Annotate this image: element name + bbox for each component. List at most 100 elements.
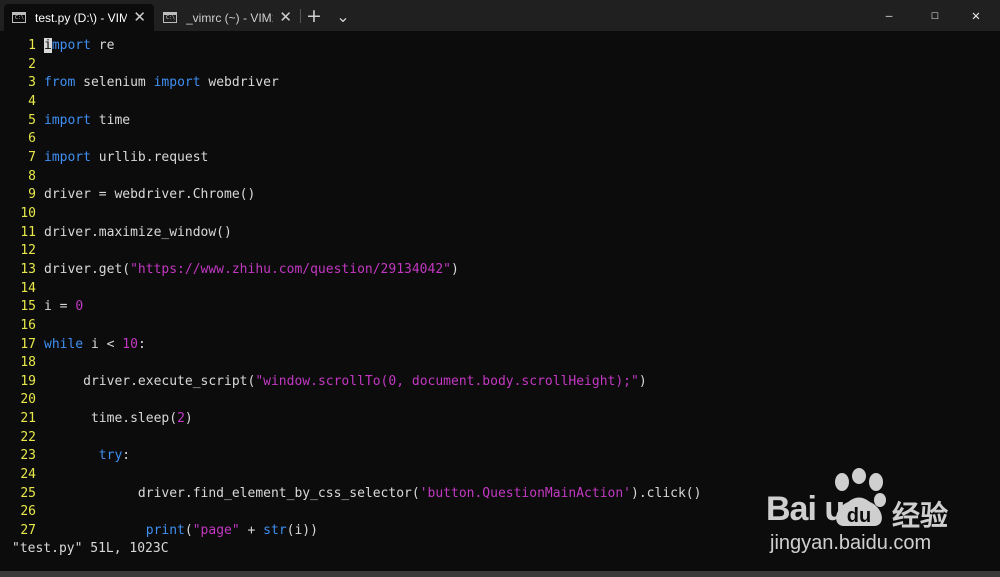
code-line[interactable]: 19 driver.execute_script("window.scrollT… [0, 373, 1000, 392]
code-text: driver.maximize_window() [44, 224, 232, 243]
code-token: ) [638, 373, 647, 389]
tab-title: _vimrc (~) - VIM1 [186, 10, 274, 25]
code-token: 2 [177, 411, 185, 427]
code-line[interactable]: 24 [0, 466, 1000, 485]
title-bar: C:\ test.py (D:\) - VIM ✕ C:\ _vimrc (~)… [0, 0, 1000, 31]
code-line[interactable]: 3 from selenium import webdriver [0, 74, 1000, 93]
code-token: time [90, 112, 131, 128]
code-line[interactable]: 7 import urllib.request [0, 149, 1000, 168]
code-token: "page" [192, 523, 240, 539]
code-token: driver = webdriver.Chrome() [44, 187, 256, 203]
text-cursor: i [44, 38, 52, 53]
code-token: (i)) [286, 523, 318, 539]
line-number: 4 [28, 93, 36, 109]
code-line[interactable]: 18 [0, 354, 1000, 373]
code-token: try [98, 448, 123, 464]
code-text: driver.get("https://www.zhihu.com/questi… [44, 261, 459, 280]
code-line[interactable]: 17 while i < 10: [0, 336, 1000, 355]
code-token: mport [51, 38, 91, 53]
code-line[interactable]: 5 import time [0, 112, 1000, 131]
code-token: ) [184, 411, 193, 427]
code-text: i = 0 [44, 298, 83, 317]
line-number: 16 [20, 317, 36, 333]
code-token: import [153, 75, 201, 91]
code-token: i = [44, 299, 76, 315]
code-line[interactable]: 13 driver.get("https://www.zhihu.com/ques… [0, 261, 1000, 280]
code-line[interactable]: 2 [0, 56, 1000, 75]
code-text: driver = webdriver.Chrome() [44, 186, 255, 205]
line-number: 13 [20, 261, 36, 277]
line-number: 1 [28, 38, 36, 53]
close-tab-icon[interactable]: ✕ [133, 10, 146, 25]
code-line[interactable]: 9 driver = webdriver.Chrome() [0, 186, 1000, 205]
terminal-icon: C:\ [12, 12, 26, 23]
code-token: 10 [122, 336, 138, 352]
new-tab-button[interactable]: + [302, 4, 326, 28]
code-text: try: [44, 447, 130, 466]
code-line[interactable]: 22 [0, 429, 1000, 448]
code-token: 'button.QuestionMainAction' [419, 485, 632, 501]
code-line[interactable]: 1 import re [0, 37, 1000, 56]
code-text: import time [44, 112, 130, 131]
code-line[interactable]: 27 print("page" + str(i)) [0, 522, 1000, 541]
code-token: 0 [75, 299, 84, 315]
code-token: driver.get( [44, 261, 131, 277]
code-token: "https://www.zhihu.com/question/29134042… [130, 261, 451, 277]
code-text: time.sleep(2) [44, 410, 193, 429]
code-token: from [44, 75, 76, 91]
code-text: while i < 10: [44, 336, 146, 355]
line-number: 10 [20, 205, 36, 221]
code-text: driver.execute_script("window.scrollTo(0… [44, 373, 647, 392]
terminal-icon: C:\ [163, 12, 177, 23]
code-line[interactable]: 6 [0, 130, 1000, 149]
code-line[interactable]: 4 [0, 93, 1000, 112]
code-text: import re [44, 37, 114, 56]
vim-editor[interactable]: 1 import re 2 3 from selenium import webdriv… [0, 37, 1000, 541]
code-line[interactable]: 12 [0, 242, 1000, 261]
code-line[interactable]: 23 try: [0, 447, 1000, 466]
code-token: re [90, 38, 115, 53]
code-token: ) [451, 261, 459, 277]
code-line[interactable]: 14 [0, 280, 1000, 299]
line-number: 17 [20, 336, 36, 352]
line-number: 7 [28, 149, 36, 165]
code-line[interactable]: 20 [0, 391, 1000, 410]
code-line[interactable]: 8 [0, 168, 1000, 187]
line-number: 2 [28, 56, 36, 72]
code-line[interactable]: 15 i = 0 [0, 298, 1000, 317]
line-number: 12 [20, 243, 36, 259]
tab-vimrc[interactable]: C:\ _vimrc (~) - VIM1 ✕ [155, 4, 300, 31]
code-token: "window.scrollTo(0, document.body.scroll… [255, 373, 639, 389]
tab-test-py[interactable]: C:\ test.py (D:\) - VIM ✕ [4, 4, 154, 31]
line-number: 27 [20, 523, 36, 539]
close-window-button[interactable]: ✕ [953, 0, 999, 31]
code-text: from selenium import webdriver [44, 74, 279, 93]
code-token: time.sleep( [44, 411, 178, 427]
code-token: driver.find_element_by_css_selector( [44, 485, 420, 501]
code-line[interactable]: 11 driver.maximize_window() [0, 224, 1000, 243]
line-number: 3 [28, 75, 36, 91]
code-token: while [44, 336, 84, 352]
code-token: + [239, 523, 264, 539]
tab-dropdown-button[interactable]: ⌄ [330, 4, 356, 28]
line-number: 21 [20, 411, 36, 427]
code-token: : [122, 448, 131, 464]
code-token: print [145, 523, 185, 539]
code-line[interactable]: 26 [0, 503, 1000, 522]
line-number: 18 [20, 355, 36, 371]
status-line: "test.py" 51L, 1023C [12, 541, 169, 556]
code-token: import [44, 112, 91, 128]
line-number: 5 [28, 112, 36, 128]
code-text: driver.find_element_by_css_selector('but… [44, 485, 702, 504]
line-number: 23 [20, 448, 36, 464]
minimize-button[interactable]: — [866, 0, 912, 31]
line-number: 8 [28, 168, 36, 184]
line-number: 9 [28, 187, 36, 203]
code-line[interactable]: 21 time.sleep(2) [0, 410, 1000, 429]
close-tab-icon[interactable]: ✕ [279, 10, 292, 25]
maximize-button[interactable]: ☐ [912, 0, 958, 31]
code-line[interactable]: 25 driver.find_element_by_css_selector('… [0, 485, 1000, 504]
code-line[interactable]: 10 [0, 205, 1000, 224]
code-line[interactable]: 16 [0, 317, 1000, 336]
